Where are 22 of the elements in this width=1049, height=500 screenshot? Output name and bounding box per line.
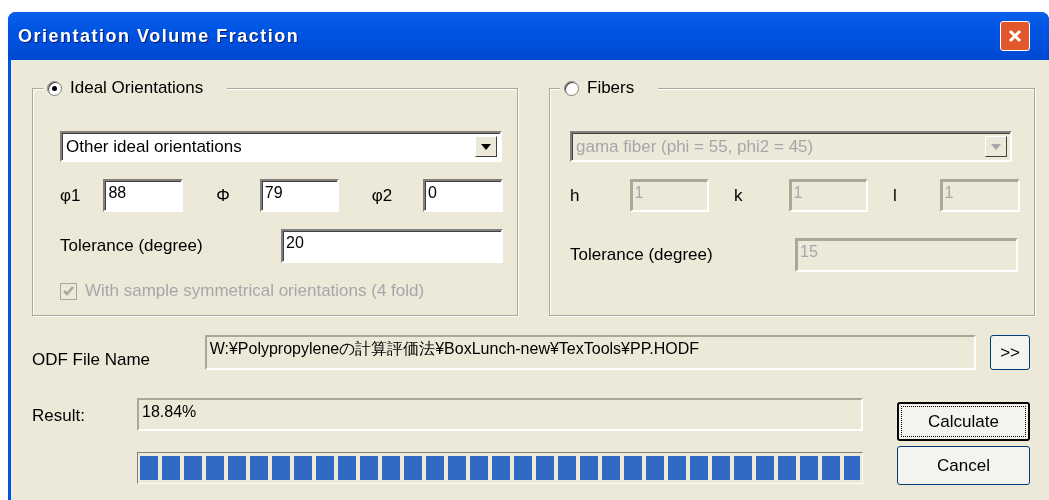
field-label: k [733,185,744,206]
text-field[interactable]: 88 [103,179,184,212]
window-title: Orientation Volume Fraction [18,25,300,47]
field-label: ODF File Name [32,348,152,370]
file-path-field[interactable]: W:¥Polypropyleneの計算評価法¥BoxLunch-new¥TexTools¥PP.HODF [204,335,977,370]
field-label: Result: [32,405,86,426]
field-label: φ2 [371,185,394,206]
field-label: Tolerance (degree) [60,236,204,256]
text-field[interactable]: 0 [423,179,503,212]
field-label: Φ [216,185,231,206]
field-label: φ1 [60,185,82,206]
dialog-button[interactable]: Calculate [897,402,1030,441]
browse-button[interactable]: >> [990,335,1030,370]
field-label: Tolerance (degree) [570,245,714,265]
text-field[interactable]: 20 [281,229,503,263]
dropdown[interactable]: Other ideal orientations [60,131,502,162]
text-field[interactable]: 79 [259,179,339,212]
dialog-button[interactable]: Cancel [897,446,1030,485]
checkbox-label: With sample symmetrical orientations (4 fold) [85,281,425,301]
field-label: l [892,185,898,206]
result-field[interactable]: 18.84% [137,398,863,431]
field-label: h [570,185,581,206]
